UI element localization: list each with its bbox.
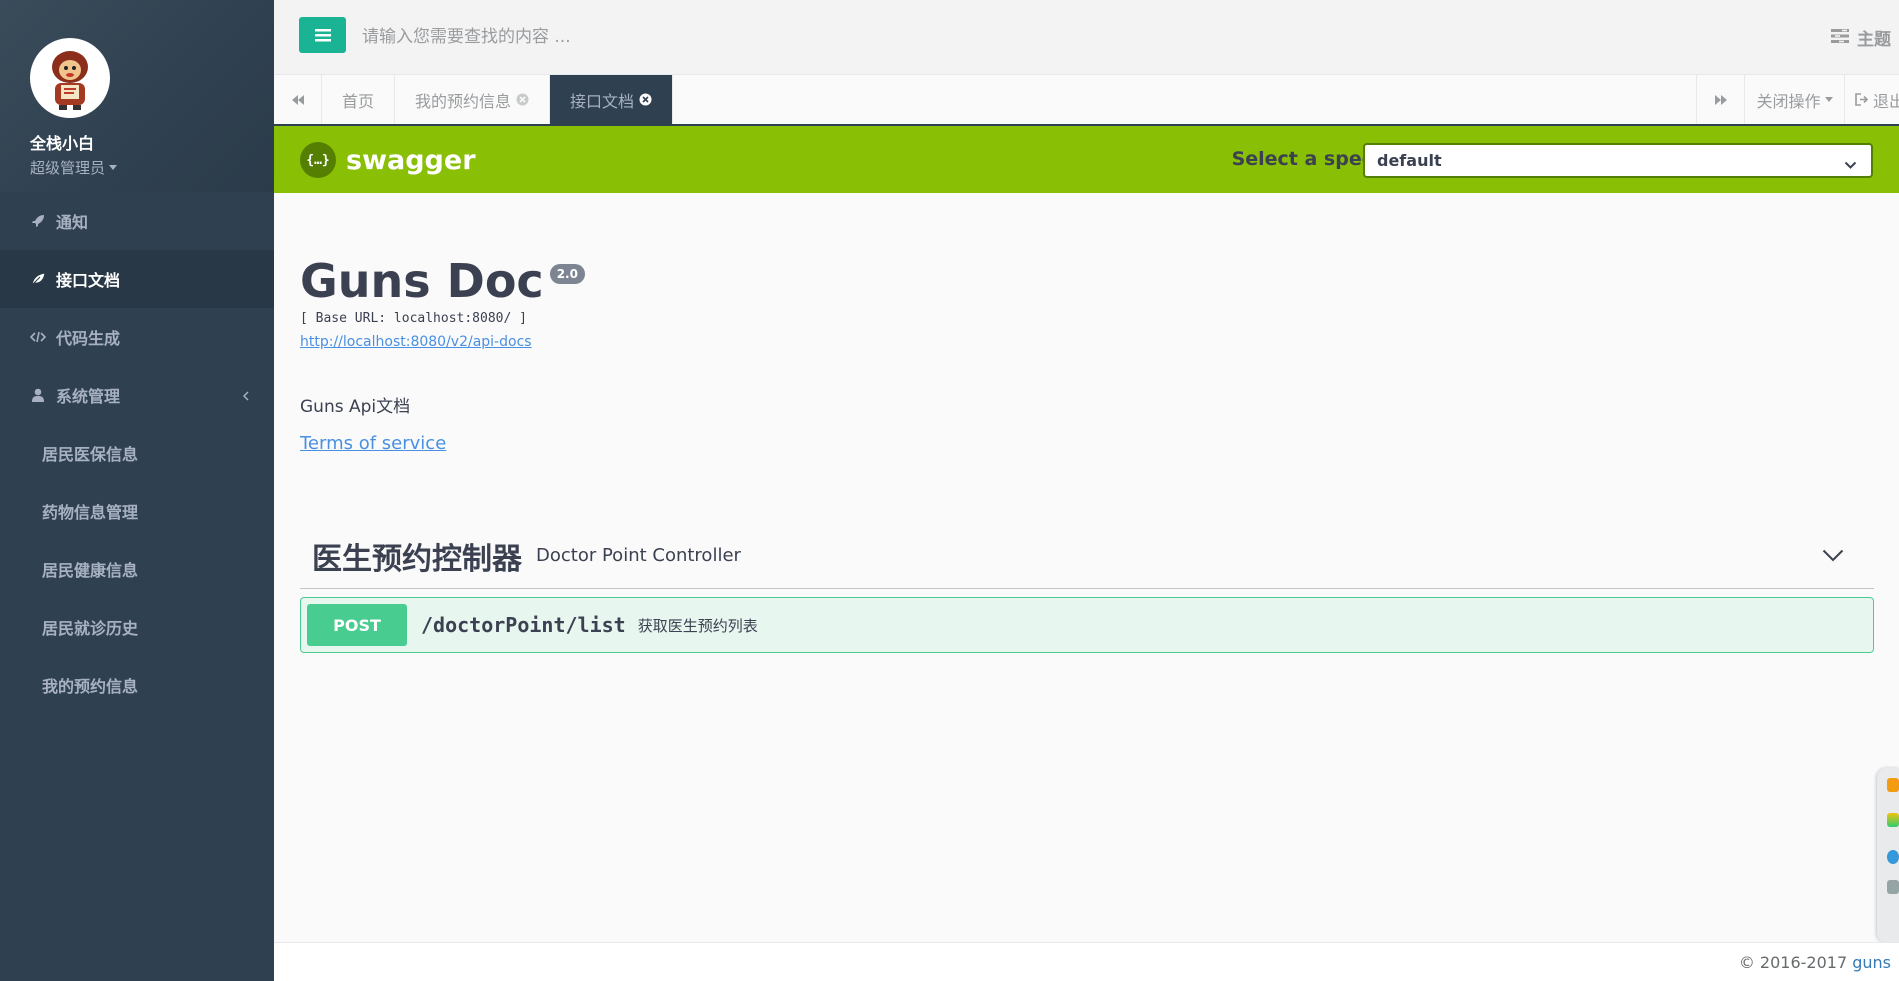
sign-out-icon [1855,93,1869,106]
spec-select[interactable]: default [1363,143,1873,178]
sidebar-item-api-docs[interactable]: 接口文档 [0,250,274,308]
sidebar-item-label: 接口文档 [56,271,121,290]
tag-name: 医生预约控制器 [312,541,522,577]
code-icon [30,329,46,345]
tabs-actions: 关闭操作 退出 [1696,75,1899,124]
footer-copyright: © 2016-2017 guns [1739,953,1891,972]
api-title: Guns Doc [300,254,544,308]
logout-label: 退出 [1873,91,1899,111]
leaf-icon [30,271,46,287]
sidebar-item-system-management[interactable]: 系统管理 [0,366,274,424]
menu-toggle-button[interactable] [299,17,346,53]
terms-of-service-link[interactable]: Terms of service [300,433,446,454]
api-info: Guns Doc 2.0 [ Base URL: localhost:8080/… [300,256,585,350]
tab-api-docs[interactable]: 接口文档 [550,75,674,124]
spec-select-label: Select a spec [1231,148,1373,170]
swagger-brand: swagger [346,144,476,176]
user-icon [30,387,46,403]
profile-panel: 全栈小白 超级管理员 [0,0,274,192]
close-tab-icon[interactable] [516,93,529,106]
operation-path: /doctorPoint/list [421,613,626,637]
sidebar-item-label: 代码生成 [56,329,121,348]
tag-section-doctor-point[interactable]: 医生预约控制器 Doctor Point Controller [300,523,1874,589]
sidebar-item-notifications[interactable]: 通知 [0,192,274,250]
api-description: Guns Api文档 [300,397,411,417]
operation-summary: 获取医生预约列表 [637,616,758,635]
caret-down-icon [1824,97,1833,102]
swagger-logo-icon: {…} [300,142,336,178]
api-title-row: Guns Doc 2.0 [300,256,585,307]
tasks-icon [1831,28,1849,48]
sidebar-subitem-label: 居民就诊历史 [42,619,139,638]
shield-icon [1887,778,1899,792]
tag-description: Doctor Point Controller [536,545,741,566]
page-tabs-bar: 首页 我的预约信息 接口文档 关闭操作 退出 [274,75,1899,126]
theme-button[interactable]: 主题 [1831,25,1891,50]
caret-down-icon [109,165,118,170]
sidebar-subitem-label: 我的预约信息 [42,677,139,696]
swagger-topbar: {…} swagger Select a spec default [274,126,1899,193]
operation-post-doctorpoint-list[interactable]: POST /doctorPoint/list 获取医生预约列表 [300,597,1874,653]
chevron-down-icon [1844,155,1857,174]
method-badge: POST [307,604,407,646]
profile-name: 全栈小白 [30,134,95,153]
profile-role-dropdown[interactable]: 超级管理员 [30,157,274,178]
content-frame: {…} swagger Select a spec default Guns D… [274,126,1899,942]
top-navbar: 主题 [274,0,1899,75]
close-operations-dropdown[interactable]: 关闭操作 [1744,75,1844,124]
sidebar-subitem-my-appointments[interactable]: 我的预约信息 [0,656,274,714]
avatar[interactable] [30,38,110,118]
spec-select-value: default [1377,151,1442,170]
tab-my-appointments[interactable]: 我的预约信息 [395,75,551,124]
sidebar-subitem-visit-history[interactable]: 居民就诊历史 [0,598,274,656]
sidebar-item-label: 通知 [56,213,89,232]
sidebar-subitem-resident-insurance[interactable]: 居民医保信息 [0,424,274,482]
sidebar-subitem-label: 居民健康信息 [42,561,139,580]
app-icon [1887,813,1899,827]
version-badge: 2.0 [549,264,585,284]
rocket-icon [30,213,46,229]
sidebar-nav: 通知 接口文档 代码生成 系统管理 居民医保信息 药物信息管理 居民健康信息 居… [0,192,274,714]
tab-label: 首页 [342,91,375,111]
footer: © 2016-2017 guns [274,942,1899,981]
floating-side-widget[interactable] [1877,768,1899,942]
tab-home[interactable]: 首页 [322,75,396,124]
forward-icon [1714,94,1727,105]
sidebar-item-code-gen[interactable]: 代码生成 [0,308,274,366]
close-tab-icon[interactable] [639,93,652,106]
swagger-logo[interactable]: {…} swagger [300,142,476,178]
profile-role-label: 超级管理员 [30,159,106,177]
backward-icon [291,94,304,105]
sidebar-subitem-label: 药物信息管理 [42,503,139,522]
sidebar-subitem-drug-management[interactable]: 药物信息管理 [0,482,274,540]
api-docs-link[interactable]: http://localhost:8080/v2/api-docs [300,334,585,350]
close-operations-label: 关闭操作 [1756,91,1821,111]
sidebar: 全栈小白 超级管理员 通知 接口文档 代码生成 系统管理 居民医保信息 药物信息… [0,0,274,981]
hamburger-icon [314,28,331,41]
chevron-left-icon [242,387,250,406]
speed-icon [1887,880,1899,894]
theme-label: 主题 [1857,30,1891,50]
tab-label: 接口文档 [570,91,635,111]
footer-brand-link[interactable]: guns [1852,953,1891,972]
search-input[interactable] [362,20,1062,54]
tab-label: 我的预约信息 [415,91,512,111]
sidebar-subitem-label: 居民医保信息 [42,445,139,464]
logout-button[interactable]: 退出 [1844,75,1899,124]
sidebar-item-label: 系统管理 [56,387,121,406]
tab-list: 首页 我的预约信息 接口文档 [322,75,674,124]
monkey-avatar-icon [52,51,88,110]
copyright-text: © 2016-2017 [1738,953,1853,972]
sidebar-subitem-resident-health[interactable]: 居民健康信息 [0,540,274,598]
tabs-scroll-left-button[interactable] [274,75,322,124]
base-url: [ Base URL: localhost:8080/ ] [300,310,527,326]
tabs-scroll-right-button[interactable] [1696,75,1744,124]
chevron-down-icon [1822,547,1844,566]
network-icon [1887,850,1899,864]
